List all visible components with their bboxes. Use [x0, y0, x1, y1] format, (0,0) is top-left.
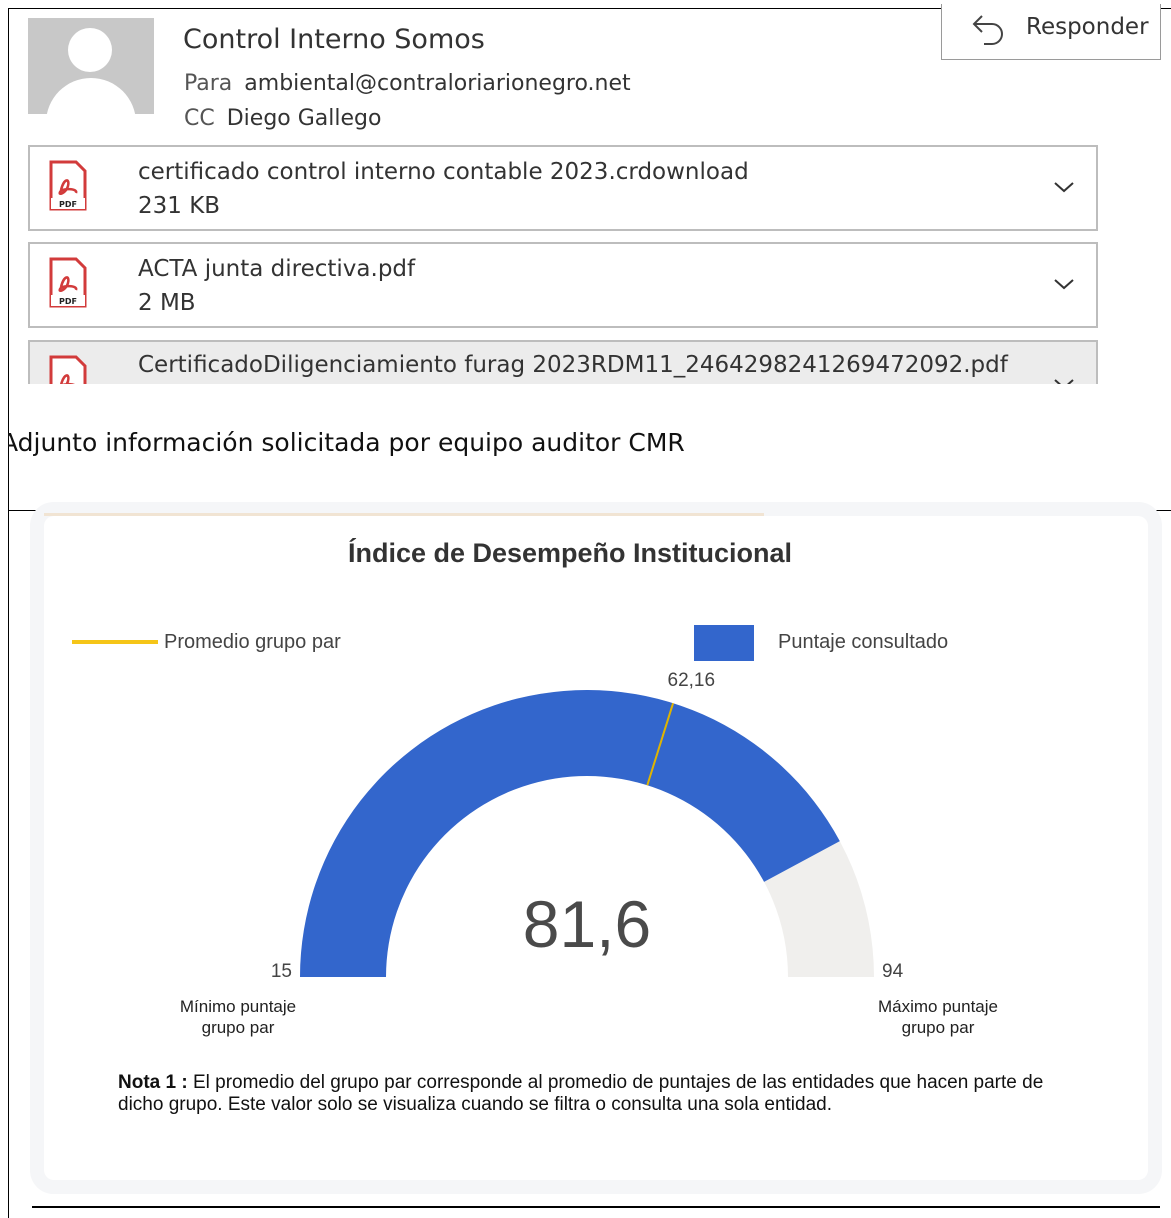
pdf-icon: PDF [49, 257, 87, 308]
bottom-rule [32, 1206, 1160, 1208]
attachment-item[interactable]: PDF certificado control interno contable… [28, 145, 1098, 231]
attachment-name: ACTA junta directiva.pdf [138, 256, 416, 282]
card-top-strip [44, 513, 764, 516]
attachment-size: 2 MB [138, 290, 196, 316]
to-address[interactable]: ambiental@contraloriarionegro.net [244, 71, 630, 96]
to-line: Para ambiental@contraloriarionegro.net [184, 71, 631, 96]
email-body: Adjunto información solicitada por equip… [8, 428, 1108, 457]
pdf-icon [49, 355, 87, 384]
svg-text:PDF: PDF [59, 200, 77, 209]
chevron-down-icon[interactable] [1052, 276, 1076, 292]
min-caption-line: Mínimo puntaje [179, 997, 297, 1016]
attachment-name: CertificadoDiligenciamiento furag 2023RD… [138, 352, 1008, 378]
legend-line-marker [72, 640, 158, 644]
attachment-size: 231 KB [138, 193, 221, 219]
frame-left-edge [8, 511, 9, 1218]
legend-label-score: Puntaje consultado [778, 631, 949, 653]
svg-text:PDF: PDF [59, 297, 77, 306]
divider [8, 510, 1171, 511]
cc-recipient[interactable]: Diego Gallego [227, 106, 382, 131]
chevron-down-icon[interactable] [1052, 376, 1076, 384]
attachment-item[interactable]: PDF ACTA junta directiva.pdf 2 MB [28, 242, 1098, 328]
chart-note: Nota 1 : El promedio del grupo par corre… [118, 1072, 1078, 1116]
reply-arrow-icon [972, 15, 1003, 45]
min-caption-line: grupo par [201, 1018, 275, 1037]
legend-label-peer-average: Promedio grupo par [164, 631, 341, 653]
note-text: El promedio del grupo par corresponde al… [118, 1072, 1044, 1115]
min-caption: Mínimo puntaje grupo par [160, 996, 316, 1038]
email-body-text: Adjunto información solicitada por equip… [8, 428, 685, 457]
note-label: Nota 1 : [118, 1072, 188, 1093]
legend-swatch [694, 625, 754, 661]
attachment-item[interactable]: CertificadoDiligenciamiento furag 2023RD… [28, 340, 1098, 384]
avatar [28, 18, 154, 114]
chevron-down-icon[interactable] [1052, 179, 1076, 195]
max-caption: Máximo puntaje grupo par [860, 996, 1016, 1038]
reply-button[interactable]: Responder [941, 4, 1161, 60]
chart-title: Índice de Desempeño Institucional [347, 538, 793, 568]
max-caption-line: grupo par [901, 1018, 975, 1037]
pdf-icon: PDF [49, 160, 87, 211]
sender-name: Control Interno Somos [183, 24, 485, 55]
attachment-name: certificado control interno contable 202… [138, 159, 749, 185]
to-label: Para [184, 71, 233, 96]
avatar-head [68, 28, 112, 72]
cc-line: CC Diego Gallego [184, 106, 381, 131]
max-caption-line: Máximo puntaje [877, 997, 998, 1016]
cc-label: CC [184, 106, 215, 131]
reply-label: Responder [1026, 14, 1149, 40]
avatar-body [46, 78, 136, 114]
